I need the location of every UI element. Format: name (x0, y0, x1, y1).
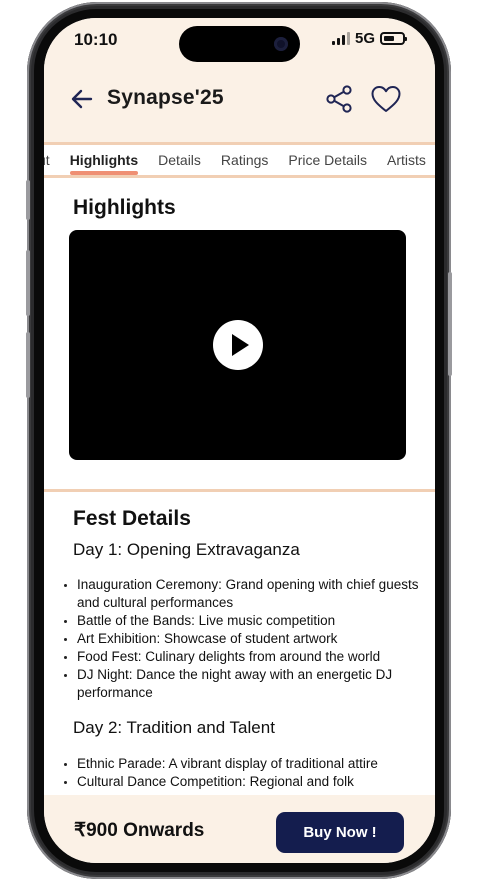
status-time: 10:10 (74, 30, 118, 49)
day-2-list: Ethnic Parade: A vibrant display of trad… (64, 755, 424, 791)
volume-up-button (26, 250, 30, 316)
volume-down-button (26, 332, 30, 398)
status-indicators: 5G (331, 30, 407, 47)
list-item: Food Fest: Culinary delights from around… (64, 648, 424, 666)
buy-now-button[interactable]: Buy Now ! (276, 812, 404, 853)
network-type: 5G (354, 30, 375, 47)
tab-track: ut Highlights Details Ratings Price Deta… (44, 145, 435, 175)
day-heading: Day 2: Tradition and Talent (73, 718, 275, 737)
list-item: Inauguration Ceremony: Grand opening wit… (64, 576, 424, 612)
share-icon[interactable] (324, 84, 354, 114)
tab-label: Ratings (220, 152, 269, 168)
page-title: Synapse'25 (107, 86, 224, 109)
tab-details[interactable]: Details (148, 145, 211, 175)
cellular-signal-icon (331, 32, 350, 45)
tab-highlights[interactable]: Highlights (60, 145, 148, 175)
action-button (26, 180, 30, 220)
video-player[interactable] (69, 230, 406, 460)
play-icon (232, 334, 249, 356)
power-button (448, 272, 452, 376)
highlights-title: Highlights (73, 196, 176, 219)
status-bar: 10:10 5G (44, 18, 435, 68)
tab-label: Price Details (288, 152, 367, 168)
list-item: Art Exhibition: Showcase of student artw… (64, 630, 424, 648)
tab-ratings[interactable]: Ratings (211, 145, 278, 175)
tab-label: Highlights (69, 152, 139, 168)
list-item: Ethnic Parade: A vibrant display of trad… (64, 755, 424, 773)
play-button[interactable] (213, 320, 263, 370)
dynamic-island (179, 26, 300, 62)
price-label: ₹900 Onwards (74, 820, 205, 841)
tab-label: Details (158, 152, 201, 168)
tab-label: Artists (386, 152, 426, 168)
section-divider (44, 489, 435, 492)
tab-label: ut (44, 152, 50, 168)
tab-price-details[interactable]: Price Details (278, 145, 377, 175)
camera-icon (274, 37, 288, 51)
app-screen: 10:10 5G Synapse'25 t Highlights Details… (44, 18, 435, 863)
fest-details-title: Fest Details (73, 507, 191, 530)
app-header: Synapse'25 (44, 68, 435, 142)
day-1-list: Inauguration Ceremony: Grand opening wit… (64, 576, 424, 702)
heart-icon[interactable] (370, 84, 402, 114)
day-heading: Day 1: Opening Extravaganza (73, 540, 300, 559)
battery-icon (380, 32, 407, 45)
tab-about[interactable]: ut (44, 145, 60, 175)
list-item: Battle of the Bands: Live music competit… (64, 612, 424, 630)
back-arrow-icon[interactable] (69, 86, 95, 112)
tab-artists[interactable]: Artists (377, 145, 435, 175)
content-area[interactable]: Highlights Fest Details Day 1: Opening E… (44, 178, 435, 795)
list-item: Cultural Dance Competition: Regional and… (64, 773, 424, 791)
bottom-bar: ₹900 Onwards Buy Now ! (44, 795, 435, 863)
tab-bar: ut Highlights Details Ratings Price Deta… (44, 142, 435, 178)
list-item: DJ Night: Dance the night away with an e… (64, 666, 424, 702)
